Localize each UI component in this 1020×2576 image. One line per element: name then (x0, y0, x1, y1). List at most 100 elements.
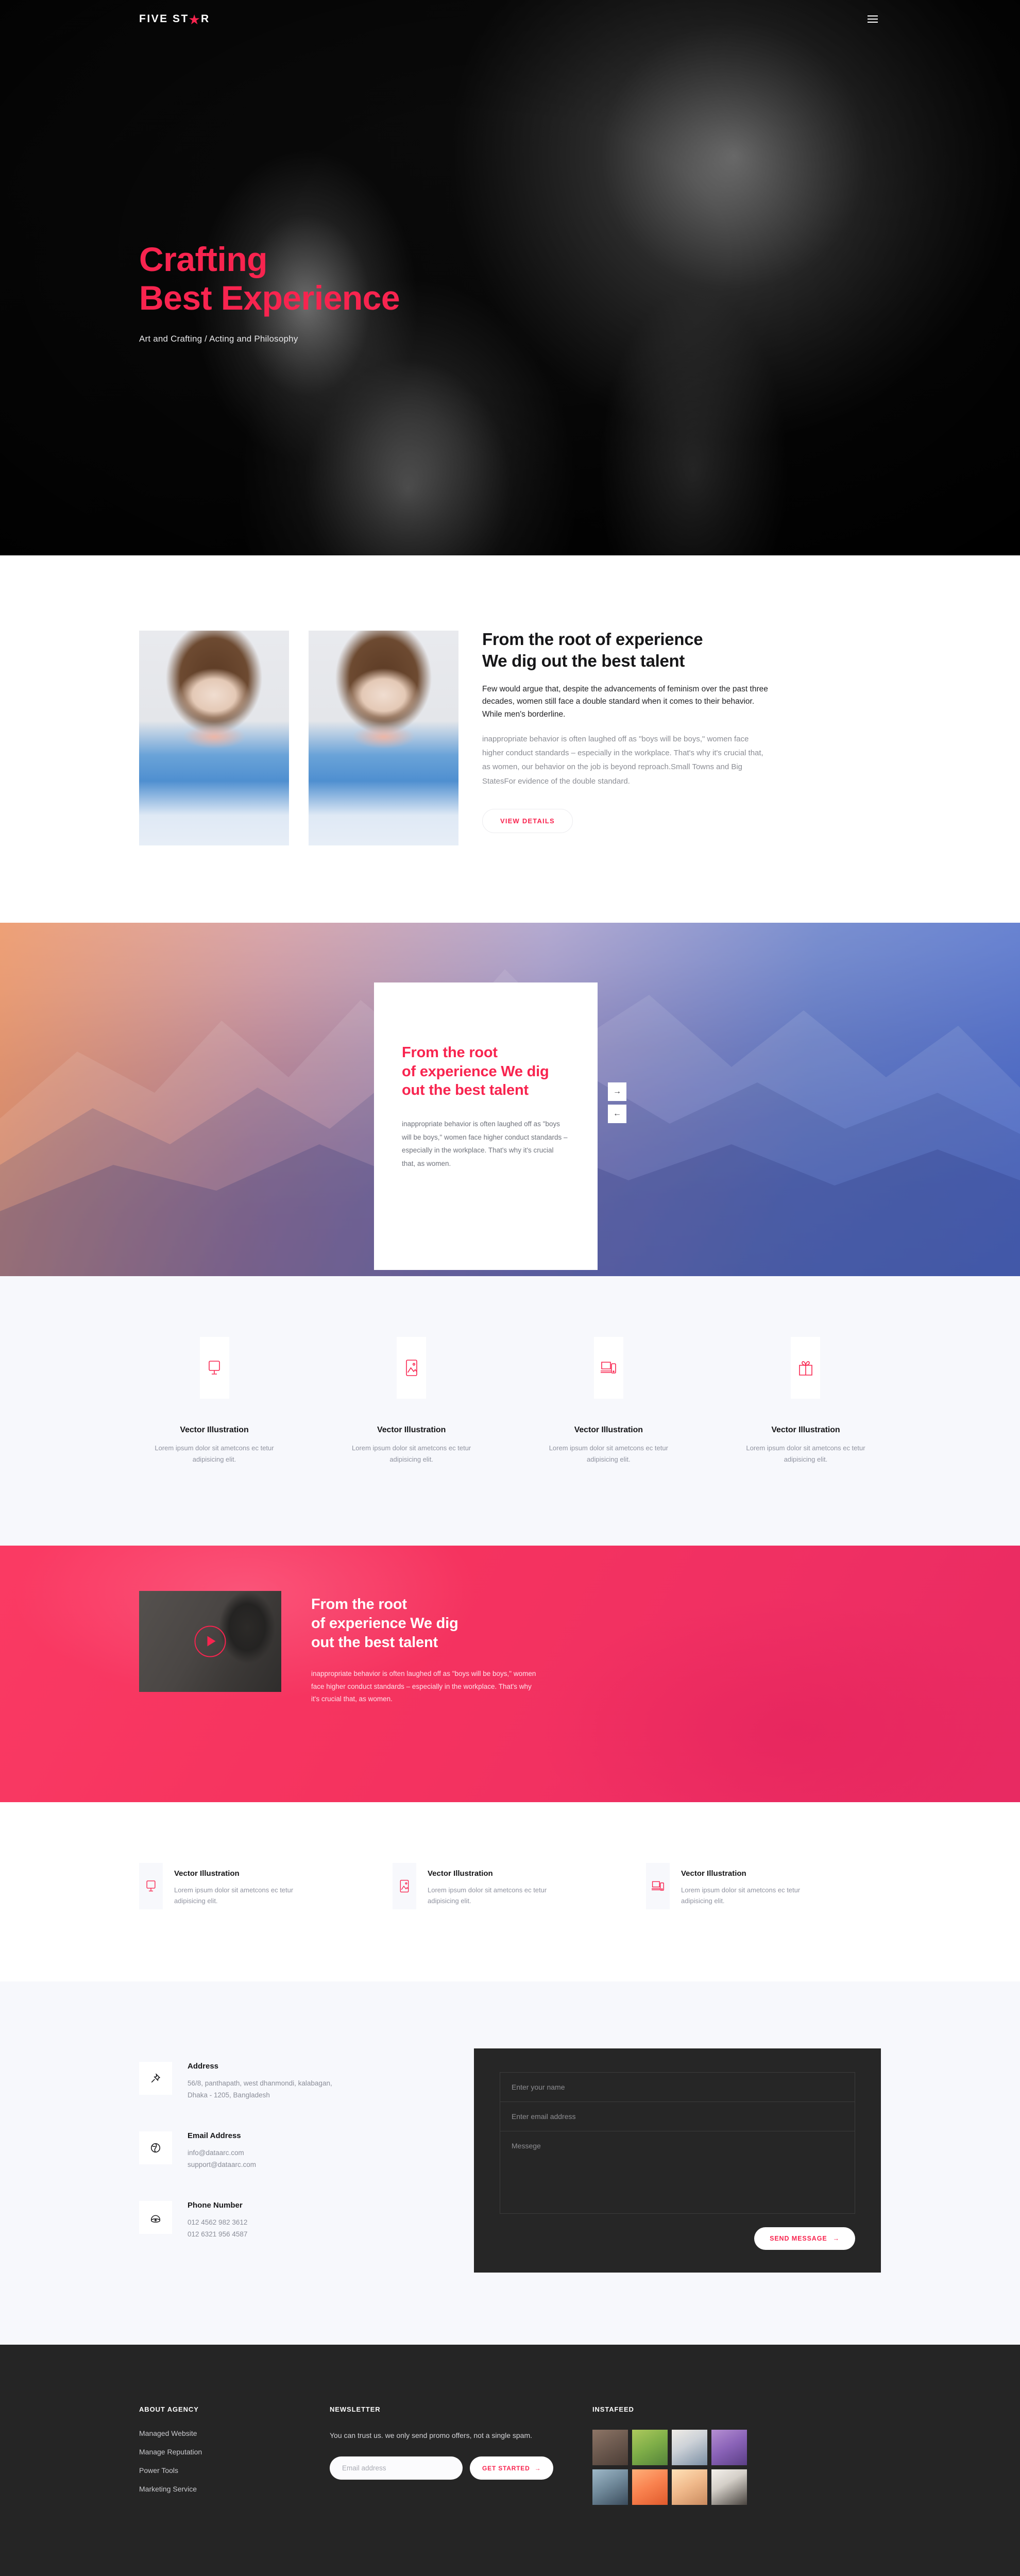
video-thumbnail[interactable] (139, 1590, 281, 1692)
video-title-line-1: From the root (311, 1596, 407, 1613)
footer-newsletter-heading: NEWSLETTER (330, 2405, 381, 2413)
logo-text-last: R (200, 13, 210, 25)
footer-newsletter-column: NEWSLETTER You can trust us. we only sen… (330, 2405, 556, 2505)
service-title: Vector Illustration (771, 1426, 840, 1434)
contact-phone-block: Phone Number 012 4562 982 3612 012 6321 … (139, 2200, 428, 2241)
features-section: Vector Illustration Lorem ipsum dolor si… (0, 1802, 1020, 1981)
message-textarea[interactable] (500, 2131, 855, 2214)
arrow-right-icon: → (832, 2234, 840, 2242)
services-section: Vector Illustration Lorem ipsum dolor si… (0, 1276, 1020, 1546)
hero-section: FIVE ST ★ R Crafting Best Experience Art a… (0, 0, 1020, 555)
get-started-button[interactable]: GET STARTED → (470, 2456, 554, 2480)
view-details-button[interactable]: VIEW DETAILS (482, 808, 573, 833)
slider-prev-button[interactable]: ← (608, 1105, 626, 1123)
contact-email-block: Email Address info@dataarc.com support@d… (139, 2131, 428, 2171)
name-input[interactable] (500, 2072, 855, 2102)
star-icon: ★ (189, 12, 201, 26)
globe-icon (139, 2131, 172, 2164)
slider-title: From the root of experience We dig out t… (402, 1043, 569, 1100)
instafeed-thumb[interactable] (592, 2429, 628, 2465)
get-started-label: GET STARTED (482, 2464, 530, 2472)
about-heading-line-2: We dig out the best talent (482, 651, 685, 670)
video-text-block: From the root of experience We dig out t… (311, 1591, 538, 1706)
contact-email-text: Email Address info@dataarc.com support@d… (188, 2131, 256, 2171)
send-message-label: SEND MESSAGE (770, 2234, 827, 2242)
service-title: Vector Illustration (574, 1426, 643, 1434)
footer-link-managed-website[interactable]: Managed Website (139, 2430, 294, 2437)
devices-icon (646, 1862, 670, 1909)
service-text: Lorem ipsum dolor sit ametcons ec tetur … (549, 1444, 668, 1463)
email-input[interactable] (500, 2102, 855, 2131)
footer-link-manage-reputation[interactable]: Manage Reputation (139, 2448, 294, 2455)
footer-about-column: ABOUT AGENCY Managed Website Manage Repu… (139, 2405, 294, 2505)
hero-title: Crafting Best Experience (139, 240, 881, 317)
play-icon[interactable] (194, 1625, 226, 1657)
instafeed-thumb[interactable] (711, 2469, 747, 2505)
service-title: Vector Illustration (377, 1426, 446, 1434)
about-heading-line-1: From the root of experience (482, 630, 703, 649)
feature-text: Lorem ipsum dolor sit ametcons ec tetur … (174, 1886, 294, 1905)
feature-item-3[interactable]: Vector Illustration Lorem ipsum dolor si… (646, 1862, 881, 1909)
send-message-button[interactable]: SEND MESSAGE → (754, 2227, 855, 2250)
footer-about-heading: ABOUT AGENCY (139, 2405, 199, 2413)
contact-info-list: Address 56/8, panthapath, west dhanmondi… (139, 2048, 428, 2273)
hamburger-icon[interactable] (864, 12, 881, 26)
newsletter-form: GET STARTED → (330, 2456, 556, 2480)
service-card-4[interactable]: Vector Illustration Lorem ipsum dolor si… (730, 1337, 881, 1465)
arrow-right-icon: → (534, 2464, 541, 2472)
instafeed-thumb[interactable] (592, 2469, 628, 2505)
about-photo-2 (309, 631, 458, 845)
video-title-line-3: out the best talent (311, 1634, 438, 1651)
monitor-icon (139, 1862, 163, 1909)
video-paragraph: inappropriate behavior is often laughed … (311, 1669, 536, 1703)
about-heading: From the root of experience We dig out t… (482, 629, 881, 671)
hero-title-line-1: Crafting (139, 240, 267, 278)
footer: ABOUT AGENCY Managed Website Manage Repu… (0, 2344, 1020, 2576)
hero-content: Crafting Best Experience Art and Craftin… (139, 38, 881, 344)
instafeed-thumb[interactable] (632, 2429, 668, 2465)
footer-link-power-tools[interactable]: Power Tools (139, 2467, 294, 2474)
feature-item-2[interactable]: Vector Illustration Lorem ipsum dolor si… (393, 1862, 627, 1909)
service-title: Vector Illustration (180, 1426, 249, 1434)
gift-icon (791, 1337, 821, 1399)
contact-address-text: Address 56/8, panthapath, west dhanmondi… (188, 2062, 332, 2102)
hero-subtitle: Art and Crafting / Acting and Philosophy (139, 334, 298, 344)
footer-newsletter-text: You can trust us. we only send promo off… (330, 2431, 532, 2439)
video-title-line-2: of experience We dig (311, 1615, 458, 1632)
logo-text-first: FIVE ST (139, 13, 189, 25)
feature-title: Vector Illustration (681, 1869, 746, 1878)
about-photo-1 (139, 631, 289, 845)
service-card-2[interactable]: Vector Illustration Lorem ipsum dolor si… (336, 1337, 487, 1465)
contact-email-label: Email Address (188, 2131, 241, 2140)
image-icon (397, 1337, 427, 1399)
feature-body: Vector Illustration Lorem ipsum dolor si… (681, 1863, 810, 1907)
instafeed-thumb[interactable] (711, 2429, 747, 2465)
instafeed-grid (592, 2429, 747, 2505)
contact-address-value: 56/8, panthapath, west dhanmondi, kalaba… (188, 2079, 332, 2099)
about-lead-paragraph: Few would argue that, despite the advanc… (482, 685, 768, 719)
phone-icon (139, 2200, 172, 2234)
slider-next-button[interactable]: → (608, 1082, 626, 1101)
service-card-1[interactable]: Vector Illustration Lorem ipsum dolor si… (139, 1337, 290, 1465)
slider-navigation: → ← (608, 1082, 626, 1123)
instafeed-thumb[interactable] (632, 2469, 668, 2505)
slider-card: From the root of experience We dig out t… (374, 982, 598, 1270)
contact-phone-label: Phone Number (188, 2200, 243, 2210)
feature-item-1[interactable]: Vector Illustration Lorem ipsum dolor si… (139, 1862, 374, 1909)
slider-title-line-3: out the best talent (402, 1082, 529, 1099)
service-text: Lorem ipsum dolor sit ametcons ec tetur … (352, 1444, 471, 1463)
site-logo[interactable]: FIVE ST ★ R (139, 13, 210, 25)
footer-columns: ABOUT AGENCY Managed Website Manage Repu… (139, 2405, 881, 2505)
contact-address-block: Address 56/8, panthapath, west dhanmondi… (139, 2061, 428, 2102)
service-card-3[interactable]: Vector Illustration Lorem ipsum dolor si… (533, 1337, 684, 1465)
instafeed-thumb[interactable] (672, 2469, 707, 2505)
copyright-bar: Copyright © 2017 All rights reserved | T… (139, 2562, 881, 2576)
newsletter-email-input[interactable] (330, 2456, 463, 2480)
feature-title: Vector Illustration (428, 1869, 493, 1878)
instafeed-thumb[interactable] (672, 2429, 707, 2465)
feature-text: Lorem ipsum dolor sit ametcons ec tetur … (681, 1886, 801, 1905)
footer-link-marketing-service[interactable]: Marketing Service (139, 2485, 294, 2493)
slider-title-line-2: of experience We dig (402, 1063, 549, 1080)
video-title: From the root of experience We dig out t… (311, 1595, 538, 1652)
slider-paragraph: inappropriate behavior is often laughed … (402, 1120, 568, 1168)
